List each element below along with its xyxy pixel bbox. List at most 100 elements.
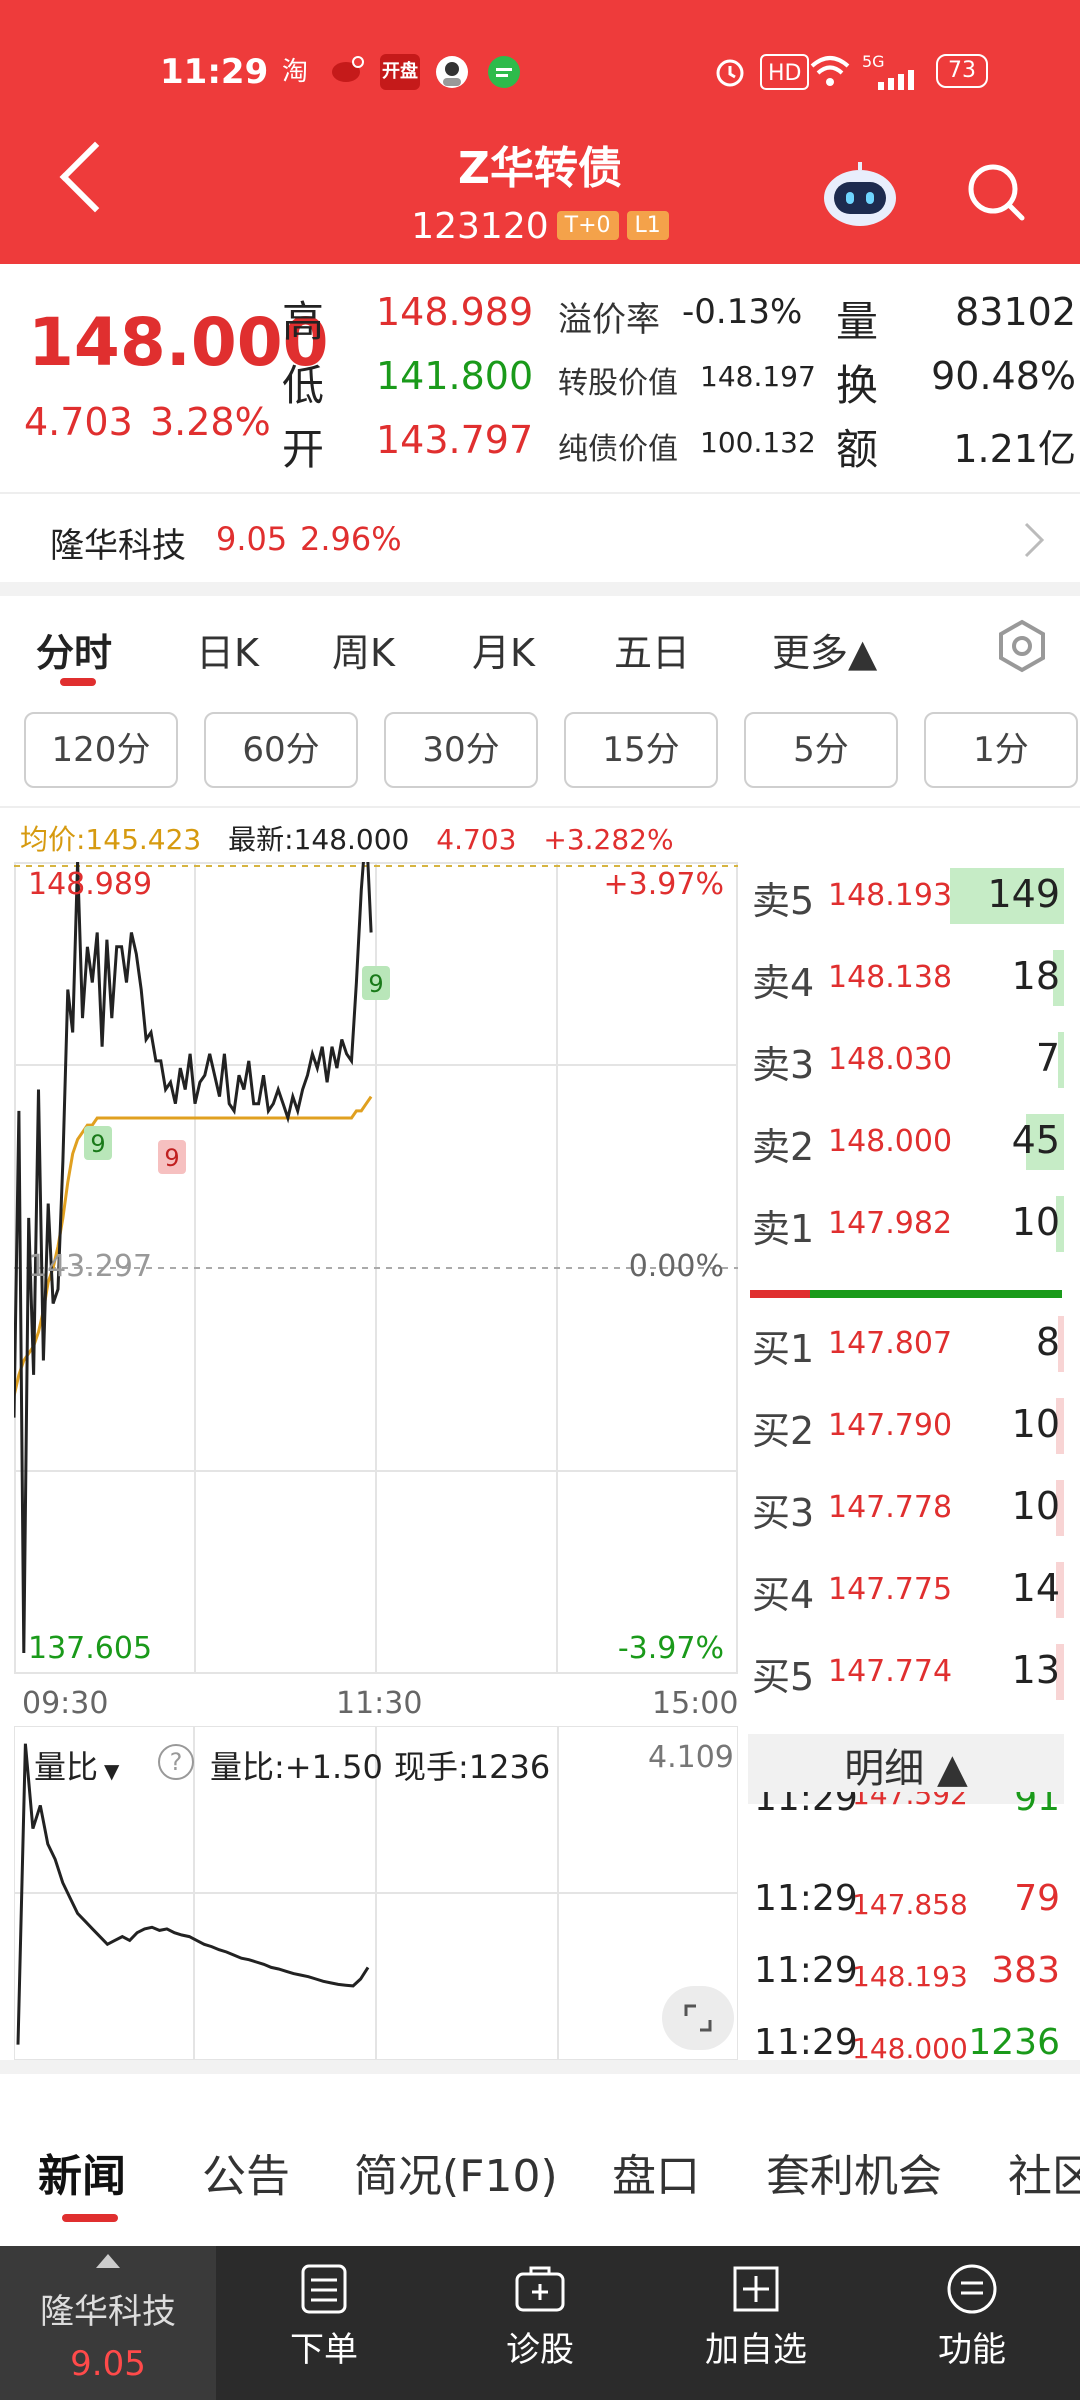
trade-price: 147.858 (852, 1888, 968, 1921)
svg-text:9: 9 (90, 1130, 105, 1158)
tab-five-day[interactable]: 五日 (614, 622, 690, 677)
chip-5min[interactable]: 5分 (744, 712, 898, 788)
status-bar: 11:29 淘 开盘 HD 5G 73 (0, 40, 1080, 104)
underlying-stock-row[interactable]: 隆华科技 9.05 2.96% (0, 492, 1080, 582)
y-bottom-label: 137.605 (28, 1631, 152, 1666)
trade-volume: 91 (1014, 1792, 1060, 1819)
chip-1min[interactable]: 1分 (924, 712, 1078, 788)
diagnose-label: 诊股 (506, 2330, 574, 2370)
tab-daily-k[interactable]: 日K (196, 622, 259, 677)
trade-volume: 79 (1014, 1878, 1060, 1919)
chip-30min[interactable]: 30分 (384, 712, 538, 788)
turnover-label: 换 (836, 361, 879, 410)
chip-120min[interactable]: 120分 (24, 712, 178, 788)
level-price: 147.807 (828, 1326, 953, 1361)
bid-row[interactable]: 买1 147.807 8 (748, 1312, 1064, 1372)
trade-time: 11:29 (754, 1950, 858, 1991)
settings-hexagon-icon[interactable] (994, 618, 1050, 674)
signal-label: 5G (862, 52, 885, 71)
medical-kit-icon (515, 2266, 565, 2312)
chart-change: 4.703 (436, 823, 517, 856)
latest-price-label: 最新:148.000 (228, 823, 410, 856)
signal-marker: 9 (362, 966, 390, 1000)
ask-row[interactable]: 卖4 148.138 18 (748, 946, 1064, 1006)
level-price: 147.774 (828, 1654, 953, 1689)
tab-intraday[interactable]: 分时 (36, 622, 112, 677)
tab-announcements[interactable]: 公告 (202, 2140, 290, 2204)
robot-assistant-icon[interactable] (820, 158, 900, 228)
chart-change-pct: +3.282% (543, 823, 674, 856)
functions-button[interactable]: 功能 (872, 2262, 1072, 2371)
fullscreen-button[interactable] (662, 1986, 734, 2050)
add-watchlist-label: 加自选 (705, 2330, 807, 2370)
help-icon[interactable]: ? (158, 1744, 194, 1780)
level-volume: 13 (1011, 1648, 1060, 1692)
x-label-close: 15:00 (652, 1686, 739, 1721)
level-label: 买2 (752, 1409, 815, 1453)
ask-row[interactable]: 卖5 148.193 149 (748, 864, 1064, 924)
underlying-stock-shortcut[interactable]: 隆华科技 9.05 (0, 2246, 216, 2400)
security-code-line: 123120 T+0 L1 (0, 206, 1080, 247)
level-label: 卖5 (752, 879, 815, 923)
low-label: 低 (282, 361, 325, 410)
bond-value: 100.132 (700, 426, 816, 459)
tab-order-book[interactable]: 盘口 (612, 2140, 700, 2204)
trade-volume: 383 (991, 1950, 1060, 1991)
tab-more[interactable]: 更多▲ (772, 622, 877, 677)
bid-row[interactable]: 买2 147.790 10 (748, 1394, 1064, 1454)
search-icon[interactable] (966, 162, 1026, 222)
tab-arbitrage[interactable]: 套利机会 (766, 2140, 942, 2204)
menu-circle-icon (947, 2264, 997, 2314)
tab-weekly-k[interactable]: 周K (332, 622, 395, 677)
turnover-value: 90.48% (931, 354, 1076, 398)
tab-news[interactable]: 新闻 (38, 2140, 126, 2204)
tab-f10[interactable]: 简况(F10) (354, 2140, 558, 2204)
underlying-stock-name: 隆华科技 (50, 526, 186, 566)
chip-15min[interactable]: 15分 (564, 712, 718, 788)
caret-up-icon (96, 2254, 120, 2268)
wifi-icon (808, 54, 852, 90)
tab-monthly-k[interactable]: 月K (472, 622, 535, 677)
signal-marker: 9 (84, 1126, 112, 1160)
trade-price: 147.592 (852, 1792, 968, 1811)
bid-row[interactable]: 买5 147.774 13 (748, 1640, 1064, 1700)
diagnose-button[interactable]: 诊股 (440, 2262, 640, 2371)
document-icon (301, 2264, 347, 2314)
order-label: 下单 (290, 2330, 358, 2370)
weibo-icon (328, 54, 368, 90)
level-volume: 149 (987, 872, 1060, 916)
level-volume: 18 (1011, 954, 1060, 998)
tab-community[interactable]: 社区 (1008, 2140, 1080, 2204)
hd-icon: HD (760, 54, 810, 90)
fullscreen-icon (684, 2004, 712, 2032)
amount-label: 额 (836, 425, 879, 474)
bid-row[interactable]: 买3 147.778 10 (748, 1476, 1064, 1536)
volume-ratio-dropdown[interactable]: 量比 ▼ (34, 1742, 120, 1788)
section-divider (0, 2060, 1080, 2074)
order-button[interactable]: 下单 (224, 2262, 424, 2371)
page-title: Z华转债 (458, 143, 622, 194)
x-label-open: 09:30 (22, 1686, 109, 1721)
active-tab-underline (62, 2214, 118, 2222)
premium-value: -0.13% (682, 292, 803, 332)
price-change: 4.703 (24, 400, 133, 444)
news-tabs: 新闻 公告 简况(F10) 盘口 套利机会 社区 (0, 2080, 1080, 2222)
ask-row[interactable]: 卖3 148.030 7 (748, 1028, 1064, 1088)
level-label: 买1 (752, 1327, 815, 1371)
level-label: 卖4 (752, 961, 815, 1005)
active-tab-underline (60, 678, 96, 686)
bottom-stock-name: 隆华科技 (40, 2292, 176, 2332)
dropdown-caret-icon: ▼ (104, 1759, 120, 1783)
level-price: 147.775 (828, 1572, 953, 1607)
alarm-icon (712, 54, 748, 90)
intraday-chart[interactable]: 148.989 +3.97% 143.297 0.00% 137.605 -3.… (14, 862, 738, 1674)
bid-row[interactable]: 买4 147.775 14 (748, 1558, 1064, 1618)
level-label: 买5 (752, 1655, 815, 1699)
chip-60min[interactable]: 60分 (204, 712, 358, 788)
trade-row: 11:29 147.858 79 (754, 1878, 1060, 1938)
ask-row[interactable]: 卖2 148.000 45 (748, 1110, 1064, 1170)
add-watchlist-button[interactable]: 加自选 (656, 2262, 856, 2371)
add-square-icon (733, 2266, 779, 2312)
ask-row[interactable]: 卖1 147.982 10 (748, 1192, 1064, 1252)
level-price: 147.778 (828, 1490, 953, 1525)
